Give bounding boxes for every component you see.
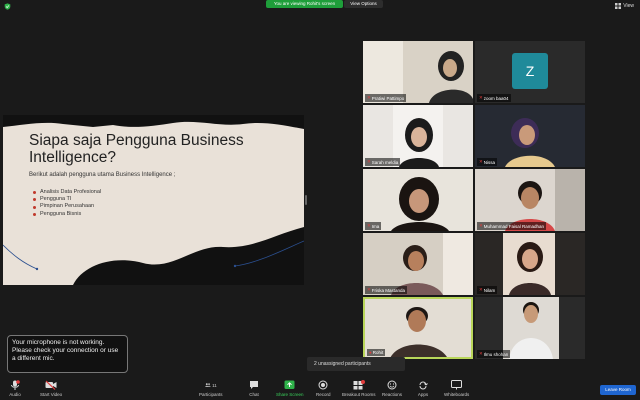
shield-icon	[4, 3, 11, 10]
video-tile[interactable]: ✕ Nilam	[475, 233, 585, 295]
view-button[interactable]: View	[615, 3, 634, 9]
screen-share-banner: You are viewing Rohit's screen	[266, 0, 343, 8]
meeting-toolbar: Audio Start Video 11 Participants Chat S…	[0, 377, 640, 400]
slide-bullet: Pengguna TI	[33, 196, 101, 203]
muted-mic-icon: ✕	[479, 159, 483, 164]
muted-mic-icon: ✕	[367, 95, 371, 100]
participants-button[interactable]: 11 Participants	[199, 379, 223, 398]
participant-name-label: ✕ Nissa	[477, 158, 498, 166]
participant-name-label: ✕ Muhammad Faisal Ramadhan	[477, 222, 547, 230]
slide-title: Siapa saja Pengguna Business Intelligenc…	[29, 132, 244, 166]
share-screen-icon	[284, 380, 295, 389]
video-tile[interactable]: ✕ Nissa	[475, 105, 585, 167]
muted-mic-icon: ✕	[367, 287, 371, 292]
view-label: View	[623, 3, 634, 9]
record-button[interactable]: Record	[316, 379, 331, 397]
panel-splitter[interactable]	[305, 195, 307, 205]
video-tile[interactable]: ✕ Pratiwi Pattimpo	[363, 41, 473, 103]
breakout-rooms-icon	[353, 380, 365, 390]
view-options-button[interactable]: View Options	[344, 0, 383, 8]
video-tile[interactable]: ✕ Friska Mastanda	[363, 233, 473, 295]
chat-button[interactable]: Chat	[248, 379, 260, 397]
start-video-button[interactable]: Start Video	[40, 379, 62, 397]
apps-button[interactable]: Apps	[417, 379, 429, 397]
mic-icon: ●	[369, 350, 372, 355]
grid-icon	[615, 3, 622, 9]
participants-count: 11	[212, 382, 217, 388]
share-screen-button[interactable]: Share Screen	[276, 379, 304, 397]
video-tile-active-speaker[interactable]: ● Rohit	[363, 297, 473, 359]
muted-mic-icon: ✕	[479, 223, 483, 228]
slide-bullet: Pengguna Bisnis	[33, 211, 101, 218]
record-icon	[318, 380, 328, 390]
reactions-button[interactable]: Reactions	[382, 379, 402, 397]
video-camera-off-icon	[45, 380, 57, 390]
muted-mic-icon: ✕	[367, 159, 371, 164]
participant-name-label: ✕ Nilam	[477, 286, 498, 294]
muted-mic-icon: ✕	[479, 351, 483, 356]
unassigned-participants-notice[interactable]: 2 unassigned participants	[307, 357, 405, 371]
avatar: Z	[512, 53, 548, 89]
participant-name-label: ✕ zoom baa04	[477, 94, 511, 102]
slide-bullet: Pimpinan Perusahaan	[33, 203, 101, 210]
leave-room-button[interactable]: Leave Room	[600, 385, 636, 395]
participants-icon	[204, 383, 211, 387]
slide-bullet-list: Analisis Data Profesional Pengguna TI Pi…	[33, 189, 101, 218]
video-tile[interactable]: Z ✕ zoom baa04	[475, 41, 585, 103]
slide-subtitle: Berikut adalah pengguna utama Business I…	[29, 172, 176, 178]
participant-name-label: ✕ Sarah meldia	[365, 158, 401, 166]
video-tile[interactable]: ✕ Ilmu shohan	[475, 297, 585, 359]
slide-bullet: Analisis Data Profesional	[33, 189, 101, 196]
microphone-warning: Your microphone is not working. Please c…	[7, 335, 128, 373]
breakout-rooms-button[interactable]: Breakout Rooms	[342, 379, 376, 397]
chat-icon	[250, 381, 258, 389]
participant-name-label: ✕ Ilmu shohan	[477, 350, 511, 358]
whiteboard-icon	[451, 380, 463, 390]
muted-mic-icon: ✕	[479, 95, 483, 100]
video-tile[interactable]: ✕ Sarah meldia	[363, 105, 473, 167]
video-tile[interactable]: ✕ Muhammad Faisal Ramadhan	[475, 169, 585, 231]
video-tile[interactable]: ✕ Ima	[363, 169, 473, 231]
participant-name-label: ✕ Ima	[365, 222, 382, 230]
muted-mic-icon: ✕	[367, 223, 371, 228]
whiteboards-button[interactable]: Whiteboards	[444, 379, 469, 397]
participant-name-label: ● Rohit	[367, 349, 386, 356]
muted-mic-icon: ✕	[479, 287, 483, 292]
participant-name-label: ✕ Friska Mastanda	[365, 286, 408, 294]
apps-icon	[419, 381, 428, 390]
audio-button[interactable]: Audio	[9, 379, 21, 397]
microphone-icon	[11, 379, 20, 390]
smiley-icon	[387, 380, 397, 390]
participant-name-label: ✕ Pratiwi Pattimpo	[365, 94, 407, 102]
shared-screen: Siapa saja Pengguna Business Intelligenc…	[3, 115, 304, 285]
